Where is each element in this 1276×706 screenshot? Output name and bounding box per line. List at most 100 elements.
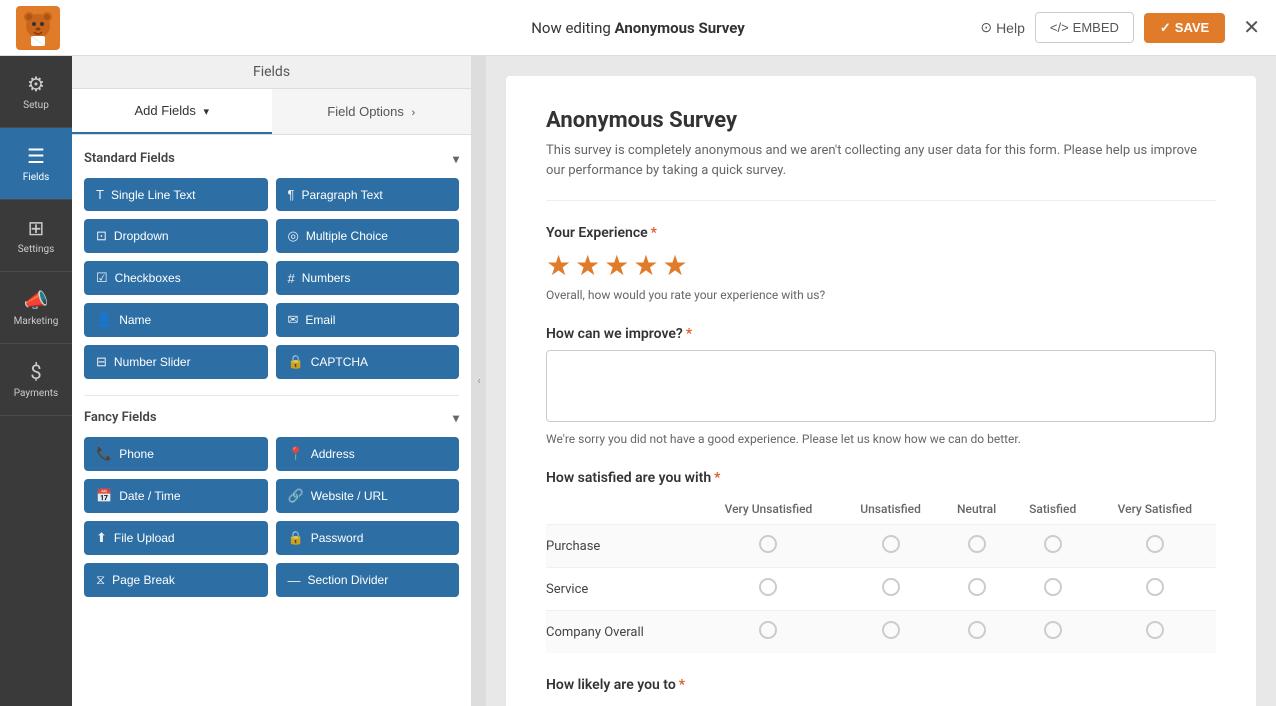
multiple-choice-icon: ◎ (288, 228, 299, 244)
sidebar-item-marketing-label: Marketing (14, 316, 59, 327)
field-btn-phone[interactable]: 📞 Phone (84, 437, 268, 471)
star-2[interactable]: ★ (575, 249, 600, 282)
radio-0-2[interactable] (942, 525, 1012, 568)
satisfaction-col-3: Neutral (942, 494, 1012, 525)
field-btn-single-line-text[interactable]: T Single Line Text (84, 178, 268, 211)
satisfaction-col-1: Very Unsatisfied (697, 494, 839, 525)
field-btn-section-divider[interactable]: — Section Divider (276, 563, 460, 597)
save-button[interactable]: ✓ SAVE (1144, 13, 1225, 43)
sidebar-item-payments[interactable]: $ Payments (0, 344, 72, 416)
radio-2-0[interactable] (697, 611, 839, 654)
likelihood-header-row: Very Unlikely Unlikely Neutral Likely Ve… (546, 701, 1216, 706)
star-4[interactable]: ★ (633, 249, 658, 282)
payments-icon: $ (30, 360, 41, 384)
tab-add-fields[interactable]: Add Fields ▾ (72, 89, 272, 134)
file-upload-icon: ⬆ (96, 530, 107, 546)
phone-icon: 📞 (96, 446, 112, 462)
date-time-icon: 📅 (96, 488, 112, 504)
radio-2-4[interactable] (1094, 611, 1216, 654)
sidebar-item-settings-label: Settings (18, 244, 55, 255)
radio-0-0[interactable] (697, 525, 839, 568)
table-row: Service (546, 568, 1216, 611)
radio-2-2[interactable] (942, 611, 1012, 654)
likelihood-table: Very Unlikely Unlikely Neutral Likely Ve… (546, 701, 1216, 706)
satisfaction-row-2-label: Company Overall (546, 611, 697, 654)
radio-1-1[interactable] (840, 568, 942, 611)
required-marker-4: * (679, 677, 685, 693)
embed-button[interactable]: </> EMBED (1035, 12, 1134, 43)
help-icon: ⊙ (980, 19, 992, 36)
sidebar-item-setup[interactable]: ⚙ Setup (0, 56, 72, 128)
field-btn-numbers[interactable]: # Numbers (276, 261, 460, 295)
main-content: Anonymous Survey This survey is complete… (486, 56, 1276, 706)
top-bar: Now editing Anonymous Survey ⊙ Help </> … (0, 0, 1276, 56)
address-icon: 📍 (288, 446, 304, 462)
star-1[interactable]: ★ (546, 249, 571, 282)
radio-1-4[interactable] (1094, 568, 1216, 611)
field-btn-checkboxes[interactable]: ☑ Checkboxes (84, 261, 268, 295)
survey-title: Anonymous Survey (546, 108, 1216, 133)
setup-icon: ⚙ (27, 72, 45, 96)
field-btn-dropdown[interactable]: ⊡ Dropdown (84, 219, 268, 253)
satisfaction-header-row: Very Unsatisfied Unsatisfied Neutral Sat… (546, 494, 1216, 525)
table-row: Purchase (546, 525, 1216, 568)
sidebar-item-marketing[interactable]: 📣 Marketing (0, 272, 72, 344)
field-btn-page-break[interactable]: ⧖ Page Break (84, 563, 268, 597)
website-url-icon: 🔗 (288, 488, 304, 504)
radio-1-2[interactable] (942, 568, 1012, 611)
question-likelihood-label: How likely are you to* (546, 677, 1216, 693)
sidebar-item-fields[interactable]: ☰ Fields (0, 128, 72, 200)
standard-fields-header: Standard Fields ▾ (84, 151, 459, 166)
chevron-right-icon: › (412, 107, 416, 119)
sidebar-item-payments-label: Payments (14, 388, 58, 399)
star-rating[interactable]: ★ ★ ★ ★ ★ (546, 249, 1216, 282)
field-btn-name[interactable]: 👤 Name (84, 303, 268, 337)
field-btn-email[interactable]: ✉ Email (276, 303, 460, 337)
left-nav: ⚙ Setup ☰ Fields ⊞ Settings 📣 Marketing … (0, 56, 72, 706)
likelihood-col-2: Unlikely (934, 701, 1004, 706)
radio-0-1[interactable] (840, 525, 942, 568)
required-marker-2: * (686, 326, 692, 342)
question-experience-label: Your Experience* (546, 225, 1216, 241)
field-btn-multiple-choice[interactable]: ◎ Multiple Choice (276, 219, 460, 253)
radio-2-3[interactable] (1012, 611, 1094, 654)
fields-bar-label: Fields (72, 56, 471, 89)
field-btn-captcha[interactable]: 🔒 CAPTCHA (276, 345, 460, 379)
star-3[interactable]: ★ (604, 249, 629, 282)
likelihood-col-5: Very Likely (1124, 701, 1216, 706)
field-btn-website-url[interactable]: 🔗 Website / URL (276, 479, 460, 513)
radio-0-3[interactable] (1012, 525, 1094, 568)
sidebar-item-settings[interactable]: ⊞ Settings (0, 200, 72, 272)
section-divider-icon: — (288, 573, 301, 588)
field-btn-file-upload[interactable]: ⬆ File Upload (84, 521, 268, 555)
radio-2-1[interactable] (840, 611, 942, 654)
star-5[interactable]: ★ (662, 249, 687, 282)
close-button[interactable]: ✕ (1243, 15, 1260, 40)
field-btn-password[interactable]: 🔒 Password (276, 521, 460, 555)
likelihood-col-4: Likely (1070, 701, 1124, 706)
standard-chevron-icon: ▾ (453, 152, 459, 166)
table-row: Company Overall (546, 611, 1216, 654)
page-break-icon: ⧖ (96, 572, 105, 588)
field-btn-address[interactable]: 📍 Address (276, 437, 460, 471)
field-btn-number-slider[interactable]: ⊟ Number Slider (84, 345, 268, 379)
fancy-fields-grid: 📞 Phone 📍 Address 📅 Date / Time 🔗 Websit… (84, 437, 459, 597)
likelihood-col-0 (546, 701, 827, 706)
field-btn-date-time[interactable]: 📅 Date / Time (84, 479, 268, 513)
sidebar-item-setup-label: Setup (23, 100, 49, 111)
improve-textarea[interactable] (546, 350, 1216, 422)
question-satisfaction-label: How satisfied are you with* (546, 470, 1216, 486)
satisfaction-row-0-label: Purchase (546, 525, 697, 568)
help-button[interactable]: ⊙ Help (980, 19, 1025, 36)
question-improve: How can we improve?* We're sorry you did… (546, 326, 1216, 446)
radio-1-3[interactable] (1012, 568, 1094, 611)
panel-collapse-handle[interactable]: ‹ (472, 56, 486, 706)
satisfaction-row-1-label: Service (546, 568, 697, 611)
sidebar-item-fields-label: Fields (23, 172, 50, 183)
checkboxes-icon: ☑ (96, 270, 108, 286)
field-btn-paragraph-text[interactable]: ¶ Paragraph Text (276, 178, 460, 211)
top-bar-actions: ⊙ Help </> EMBED ✓ SAVE ✕ (980, 12, 1260, 43)
tab-field-options[interactable]: Field Options › (272, 89, 472, 134)
radio-0-4[interactable] (1094, 525, 1216, 568)
radio-1-0[interactable] (697, 568, 839, 611)
